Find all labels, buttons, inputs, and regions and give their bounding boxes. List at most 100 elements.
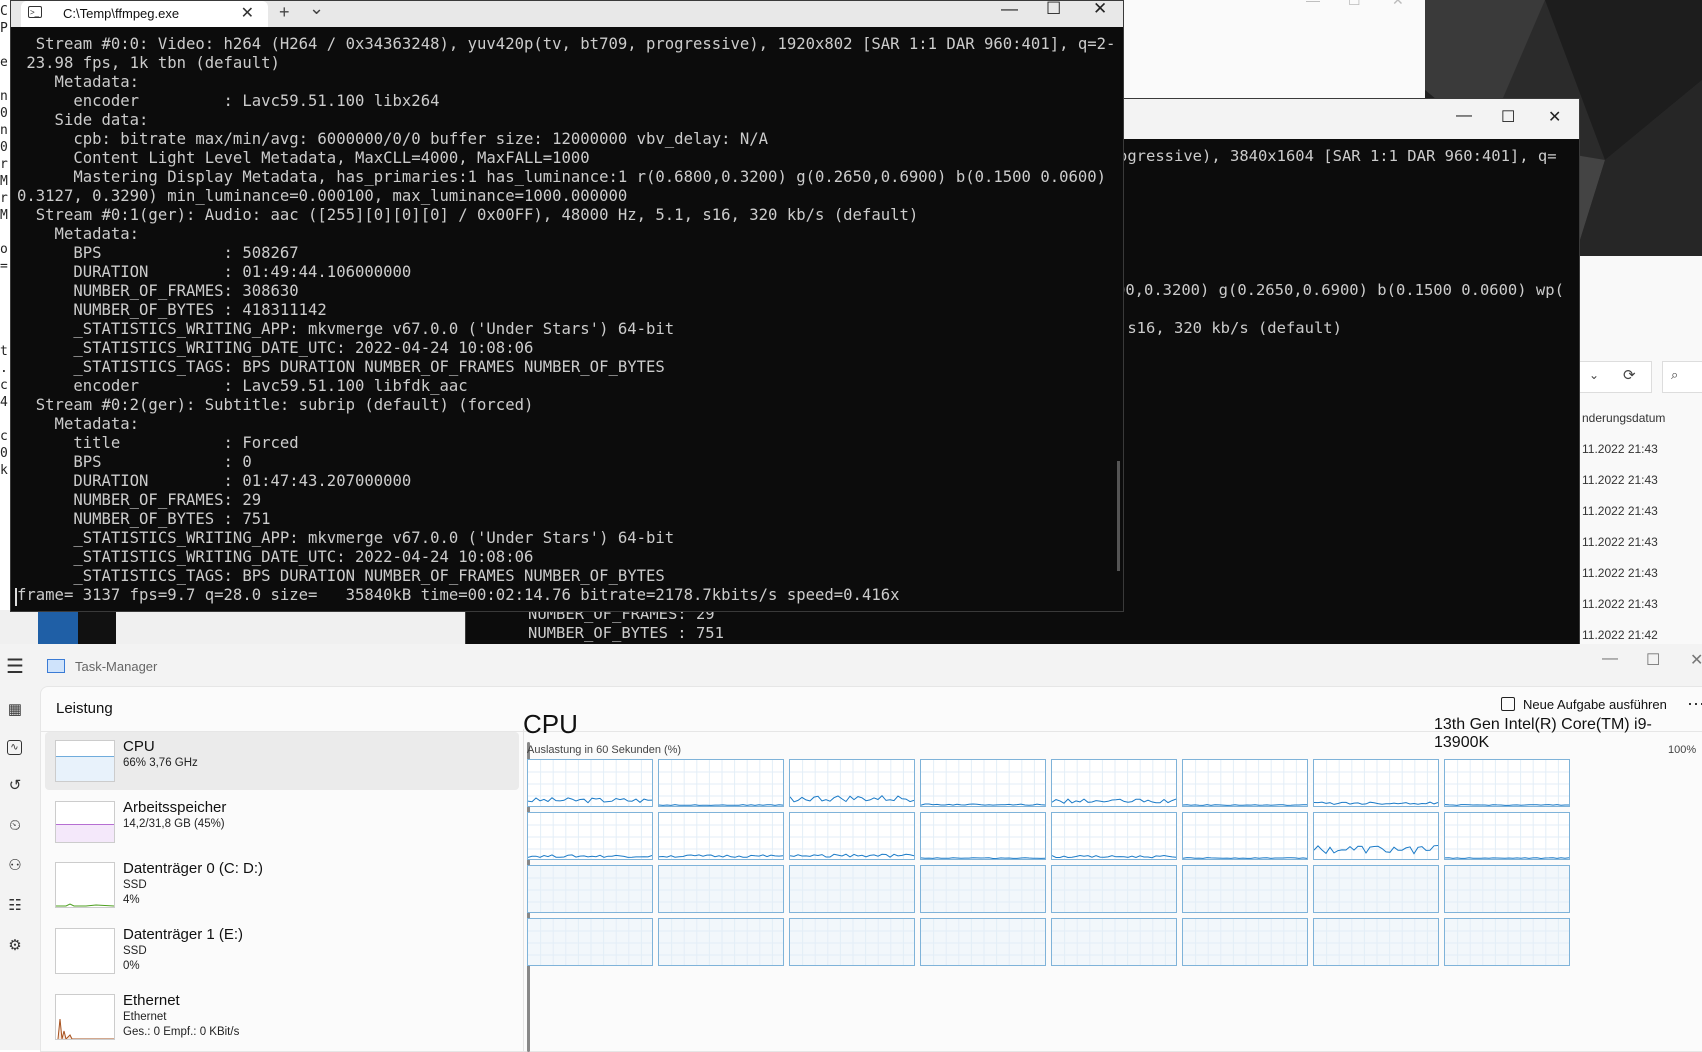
explorer-date: 11.2022 21:43 xyxy=(1582,473,1658,487)
terminal-line: 00,0.3200) g(0.2650,0.6900) b(0.1500 0.0… xyxy=(1116,281,1564,299)
terminal-line: ogressive), 3840x1604 [SAR 1:1 DAR 960:4… xyxy=(1118,147,1557,165)
minimize-icon[interactable]: — xyxy=(1001,0,1018,19)
perf-item-detail: Ethernet xyxy=(123,1011,167,1023)
explorer-column-header[interactable]: nderungsdatum xyxy=(1582,411,1665,425)
perf-item-detail: SSD xyxy=(123,879,147,891)
minimize-icon[interactable]: — xyxy=(1602,650,1618,668)
perf-item-detail: 0% xyxy=(123,960,140,972)
ghost-minimize-icon: — xyxy=(1306,0,1320,8)
cpu-core-graph xyxy=(1444,865,1570,913)
terminal-output[interactable]: Stream #0:0: Video: h264 (H264 / 0x34363… xyxy=(11,27,1113,611)
ghost-close-icon: ✕ xyxy=(1392,0,1404,8)
cpu-core-graph xyxy=(527,865,653,913)
task-manager-titlebar[interactable]: ☰ Task-Manager — ☐ ✕ xyxy=(0,644,1702,686)
cpu-model: 13th Gen Intel(R) Core(TM) i9-13900K xyxy=(1434,716,1652,751)
cpu-core-graph xyxy=(658,865,784,913)
explorer-date: 11.2022 21:43 xyxy=(1582,566,1658,580)
task-manager-window[interactable]: ☰ Task-Manager — ☐ ✕ ▦ ∿ ↺ ⏲ ⚇ ☷ ⚙ Leist… xyxy=(0,644,1702,1052)
explorer-date: 11.2022 21:42 xyxy=(1582,628,1658,642)
cpu-core-graph xyxy=(1182,812,1308,860)
explorer-date: 11.2022 21:43 xyxy=(1582,597,1658,611)
cpu-core-graph xyxy=(527,759,653,807)
close-icon[interactable]: ✕ xyxy=(1093,0,1107,19)
maximize-icon[interactable]: ☐ xyxy=(1646,650,1660,670)
perf-item-disk-0[interactable]: Datenträger 0 (C: D:) SSD 4% xyxy=(45,854,519,912)
terminal-tab[interactable]: >_ C:\Temp\ffmpeg.exe ✕ xyxy=(21,1,268,27)
cpu-core-graph xyxy=(1444,759,1570,807)
perf-item-memory[interactable]: Arbeitsspeicher 14,2/31,8 GB (45%) xyxy=(45,793,519,851)
cpu-core-graph xyxy=(1313,759,1439,807)
ghost-maximize-icon: ☐ xyxy=(1348,0,1361,8)
services-icon[interactable]: ⚙ xyxy=(7,938,23,954)
cpu-core-graph xyxy=(1051,918,1177,966)
new-tab-icon[interactable]: + xyxy=(279,2,290,23)
close-icon[interactable]: ✕ xyxy=(1690,650,1702,670)
refresh-icon[interactable]: ⟳ xyxy=(1623,366,1636,384)
perf-item-detail: 4% xyxy=(123,894,140,906)
window-title: Task-Manager xyxy=(75,659,158,674)
perf-item-detail: SSD xyxy=(123,945,147,957)
perf-item-detail: 14,2/31,8 GB (45%) xyxy=(123,818,225,830)
ethernet-thumbnail xyxy=(55,994,115,1040)
navigation-rail: ▦ ∿ ↺ ⏲ ⚇ ☷ ⚙ xyxy=(0,686,38,1050)
cpu-core-graph xyxy=(920,812,1046,860)
scrollbar[interactable] xyxy=(1117,461,1120,571)
cpu-core-graph xyxy=(658,812,784,860)
page-title: Leistung xyxy=(56,700,113,717)
explorer-nav-box[interactable]: ⌄ ⟳ xyxy=(1578,361,1652,393)
scrollbar-track xyxy=(523,729,524,1051)
minimize-icon[interactable]: — xyxy=(1456,107,1472,125)
chevron-down-icon[interactable]: ⌄ xyxy=(309,0,324,19)
performance-list: CPU 66% 3,76 GHz Arbeitsspeicher 14,2/31… xyxy=(41,732,521,1052)
perf-item-name: CPU xyxy=(123,738,155,755)
background-file-explorer: ⌄ ⟳ ⌕ nderungsdatum 11.2022 21:43 11.202… xyxy=(1575,256,1702,644)
more-options-button[interactable]: ··· xyxy=(1687,693,1702,714)
terminal-line: NUMBER_OF_BYTES : 751 xyxy=(528,624,724,642)
search-icon: ⌕ xyxy=(1671,367,1679,382)
startup-apps-icon[interactable]: ⏲ xyxy=(7,818,23,834)
perf-item-name: Datenträger 0 (C: D:) xyxy=(123,860,264,877)
maximize-icon[interactable]: ☐ xyxy=(1046,0,1061,19)
background-window-right: — ☐ ✕ xyxy=(1120,0,1425,100)
explorer-date: 11.2022 21:43 xyxy=(1582,442,1658,456)
details-icon[interactable]: ☷ xyxy=(7,898,23,914)
menu-icon[interactable]: ☰ xyxy=(6,654,24,679)
perf-item-name: Arbeitsspeicher xyxy=(123,799,227,816)
explorer-date: 11.2022 21:43 xyxy=(1582,504,1658,518)
cpu-core-graph xyxy=(1182,865,1308,913)
text-cursor xyxy=(15,588,17,606)
perf-item-cpu[interactable]: CPU 66% 3,76 GHz xyxy=(45,732,519,790)
app-icon[interactable] xyxy=(38,612,78,644)
terminal-titlebar[interactable]: >_ C:\Temp\ffmpeg.exe ✕ + ⌄ — ☐ ✕ xyxy=(11,0,1123,27)
graph-max-label: 100% xyxy=(1668,744,1697,756)
cpu-core-graph xyxy=(1182,759,1308,807)
perf-item-detail: Ges.: 0 Empf.: 0 KBit/s xyxy=(123,1026,240,1038)
cpu-core-graph xyxy=(920,759,1046,807)
perf-item-disk-1[interactable]: Datenträger 1 (E:) SSD 0% xyxy=(45,920,519,978)
cpu-core-graph xyxy=(789,918,915,966)
users-icon[interactable]: ⚇ xyxy=(7,858,23,874)
cpu-core-graph xyxy=(1182,918,1308,966)
cpu-core-graph xyxy=(658,759,784,807)
perf-item-ethernet[interactable]: Ethernet Ethernet Ges.: 0 Empf.: 0 KBit/… xyxy=(45,986,519,1052)
cpu-core-graph xyxy=(1444,812,1570,860)
cpu-core-graph xyxy=(789,812,915,860)
cpu-core-graph xyxy=(789,865,915,913)
maximize-icon[interactable]: ☐ xyxy=(1501,107,1515,127)
processes-icon[interactable]: ▦ xyxy=(7,702,23,718)
performance-icon[interactable]: ∿ xyxy=(7,740,22,755)
task-manager-app-icon xyxy=(47,659,65,673)
graph-label: Auslastung in 60 Sekunden (%) xyxy=(527,744,682,756)
close-icon[interactable]: ✕ xyxy=(1548,107,1561,127)
terminal-line: s16, 320 kb/s (default) xyxy=(1118,319,1342,337)
explorer-date: 11.2022 21:43 xyxy=(1582,535,1658,549)
explorer-search-box[interactable]: ⌕ xyxy=(1662,361,1702,393)
app-icon[interactable] xyxy=(78,610,116,644)
cpu-core-graph xyxy=(1051,759,1177,807)
close-tab-icon[interactable]: ✕ xyxy=(241,3,254,23)
app-history-icon[interactable]: ↺ xyxy=(7,778,23,794)
cpu-core-graph xyxy=(789,759,915,807)
new-task-icon xyxy=(1501,697,1515,711)
terminal-window[interactable]: >_ C:\Temp\ffmpeg.exe ✕ + ⌄ — ☐ ✕ Stream… xyxy=(10,0,1124,612)
cpu-core-graph xyxy=(920,865,1046,913)
